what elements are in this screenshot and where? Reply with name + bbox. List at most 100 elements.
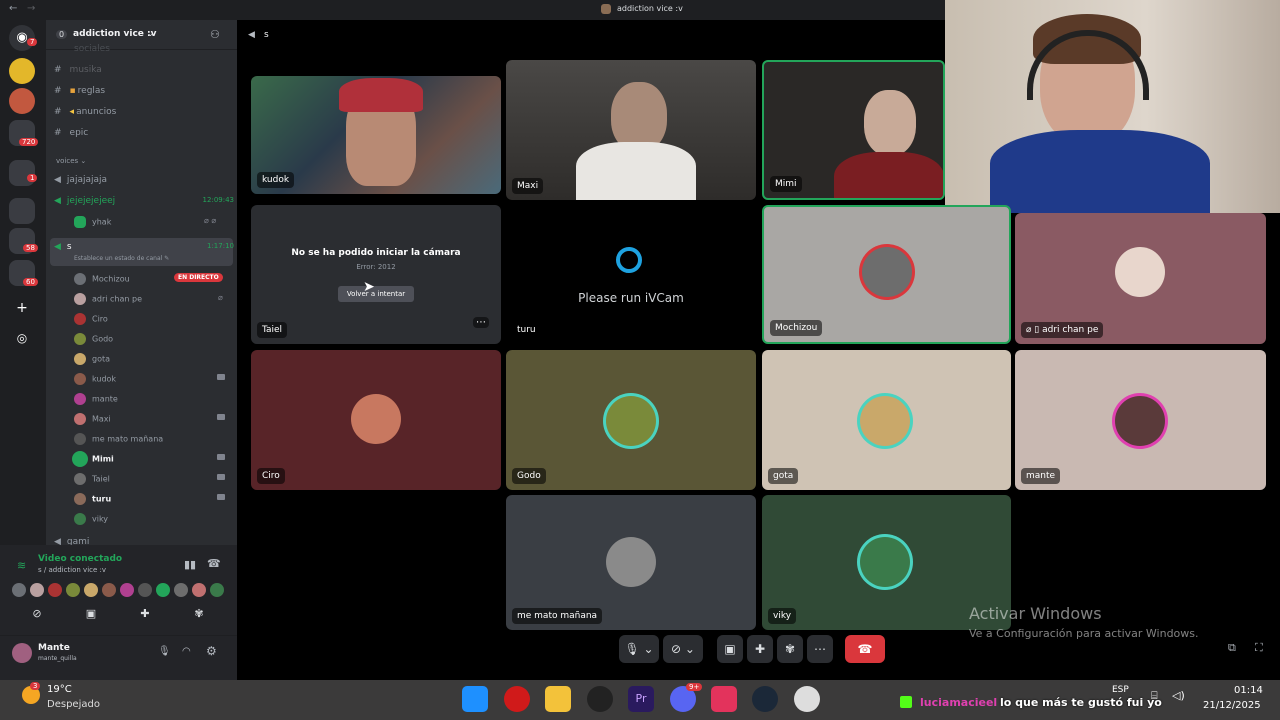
video-tile[interactable]: Godo — [506, 350, 756, 490]
microphone-icon[interactable]: 🎙︎ — [158, 646, 171, 657]
camera-off-button[interactable]: ⊘ — [14, 607, 60, 625]
voice-connected-location[interactable]: s / addiction vice :v — [38, 566, 106, 574]
avatar — [74, 413, 86, 425]
soundboard-button[interactable]: ✾ — [176, 607, 222, 625]
explore-icon[interactable]: ◎ — [9, 325, 35, 351]
voice-user[interactable]: viky — [74, 513, 108, 525]
weather-temp[interactable]: 19°C — [47, 684, 72, 695]
channel-reglas[interactable]: # ▪ reglas — [54, 86, 105, 96]
voice-user[interactable]: mante — [74, 393, 118, 405]
voice-user[interactable]: turu — [74, 493, 111, 505]
video-tile[interactable]: mante — [1015, 350, 1266, 490]
channel-status[interactable]: Establece un estado de canal ✎ — [74, 255, 169, 262]
server-folder-icon[interactable] — [9, 160, 35, 186]
voice-channel-jejejejejeej[interactable]: ◀ jejejejejeej 12:09:43 — [54, 196, 234, 206]
headphones-icon[interactable]: ◠ — [182, 646, 191, 657]
avatar — [606, 537, 656, 587]
video-tile[interactable]: Ciro — [251, 350, 501, 490]
activities-button[interactable]: ✚ — [122, 607, 168, 625]
avatar — [74, 313, 86, 325]
avatar — [351, 394, 401, 444]
folder-badge: 1 — [27, 174, 38, 182]
voice-user[interactable]: Ciro — [74, 313, 108, 325]
video-tile[interactable]: gota — [762, 350, 1011, 490]
avatar — [192, 583, 206, 597]
retry-button[interactable]: Volver a intentar — [338, 286, 414, 302]
voice-user[interactable]: Maxi — [74, 413, 111, 425]
video-tile[interactable]: Please run iVCam turu — [506, 205, 756, 344]
tiktok-icon[interactable] — [711, 686, 737, 712]
fullscreen-icon[interactable]: ⛶ — [1255, 641, 1263, 655]
voice-channel-jajajajaja[interactable]: ◀ jajajajaja — [54, 175, 107, 185]
avatar — [74, 273, 86, 285]
gear-icon[interactable]: ⚙ — [206, 644, 217, 658]
activities-button[interactable]: ✚ — [747, 635, 773, 663]
voice-user[interactable]: Taiel — [74, 473, 110, 485]
video-tile[interactable]: Mochizou — [762, 205, 1011, 344]
clock-time[interactable]: 01:14 — [1234, 685, 1263, 696]
video-tile[interactable]: Maxi — [506, 60, 756, 200]
server-folder-icon[interactable] — [9, 198, 35, 224]
noise-suppression-icon[interactable]: ▮▮ — [184, 558, 196, 571]
avatar — [156, 583, 170, 597]
back-arrow-icon[interactable]: ← — [9, 3, 17, 14]
window-title: addiction vice :v — [617, 4, 683, 13]
avatar[interactable] — [12, 643, 32, 663]
voice-user[interactable]: kudok — [74, 373, 116, 385]
share-screen-button[interactable]: ▣ — [717, 635, 743, 663]
forward-arrow-icon[interactable]: → — [27, 3, 35, 14]
participant-body — [576, 142, 696, 200]
voice-user[interactable]: Mimi — [74, 453, 114, 465]
more-options-icon[interactable]: ⋯ — [473, 317, 489, 328]
more-options-button[interactable]: ⋯ — [807, 635, 833, 663]
premiere-icon[interactable]: Pr — [628, 686, 654, 712]
activation-watermark-subtitle: Ve a Configuración para activar Windows. — [969, 627, 1199, 640]
disconnect-button[interactable]: ☎ — [845, 635, 885, 663]
windows-start-icon[interactable] — [462, 686, 488, 712]
voice-user[interactable]: Mochizou — [74, 273, 130, 285]
disconnect-icon[interactable]: ☎ — [207, 557, 221, 570]
participant-name: Maxi — [512, 178, 544, 194]
popout-icon[interactable]: ⧉ — [1228, 641, 1236, 655]
clock-date[interactable]: 21/12/2025 — [1203, 700, 1261, 711]
voice-user[interactable]: me mato mañana — [74, 433, 163, 445]
video-tile[interactable]: Mimi — [762, 60, 945, 200]
category-voices[interactable]: voices ⌄ — [56, 157, 86, 165]
speaker-icon: ◀ — [54, 175, 61, 185]
microphone-button[interactable]: 🎙︎ ⌄ — [619, 635, 659, 663]
voice-user[interactable]: gota — [74, 353, 110, 365]
steam-icon[interactable] — [752, 686, 778, 712]
channel-anuncios[interactable]: # ◂ anuncios — [54, 107, 116, 117]
webcam-app-icon[interactable] — [794, 686, 820, 712]
participant-name: viky — [768, 608, 797, 624]
username[interactable]: Mante — [38, 643, 70, 653]
muted-icon: ⌀ — [218, 293, 223, 302]
camera-off-button[interactable]: ⊘ ⌄ — [663, 635, 703, 663]
network-icon[interactable]: ⌸ — [1151, 689, 1158, 703]
voice-user[interactable]: yhak — [74, 216, 111, 228]
channel-epic[interactable]: # epic — [54, 128, 88, 138]
folder-badge: 58 — [23, 244, 38, 252]
add-friend-icon[interactable]: ⚇ — [210, 28, 220, 41]
channel-musika[interactable]: # musika — [54, 65, 102, 75]
server-icon-1[interactable] — [9, 58, 35, 84]
voice-user[interactable]: Godo — [74, 333, 113, 345]
opera-icon[interactable] — [504, 686, 530, 712]
soundboard-button[interactable]: ✾ — [777, 635, 803, 663]
voice-user[interactable]: adri chan pe — [74, 293, 142, 305]
volume-icon[interactable]: ◁) — [1172, 689, 1185, 702]
add-server-icon[interactable]: + — [9, 295, 35, 321]
video-tile[interactable]: me mato mañana — [506, 495, 756, 630]
voice-connected-status: Video conectado — [38, 554, 123, 564]
language-indicator[interactable]: ESP — [1112, 685, 1129, 695]
obs-icon[interactable] — [587, 686, 613, 712]
file-explorer-icon[interactable] — [545, 686, 571, 712]
share-screen-button[interactable]: ▣ — [68, 607, 114, 625]
voice-channel-s[interactable]: ◀ s 1:17:10 — [54, 242, 234, 252]
video-tile[interactable]: kudok — [251, 76, 501, 194]
video-tile[interactable]: ⌀ ▯ adri chan pe — [1015, 213, 1266, 344]
video-tile[interactable]: No se ha podido iniciar la cámara Error:… — [251, 205, 501, 344]
server-icon-2[interactable] — [9, 88, 35, 114]
voice-channel-partial[interactable]: ◀ gami — [54, 537, 89, 545]
call-timer: 12:09:43 — [202, 196, 234, 204]
